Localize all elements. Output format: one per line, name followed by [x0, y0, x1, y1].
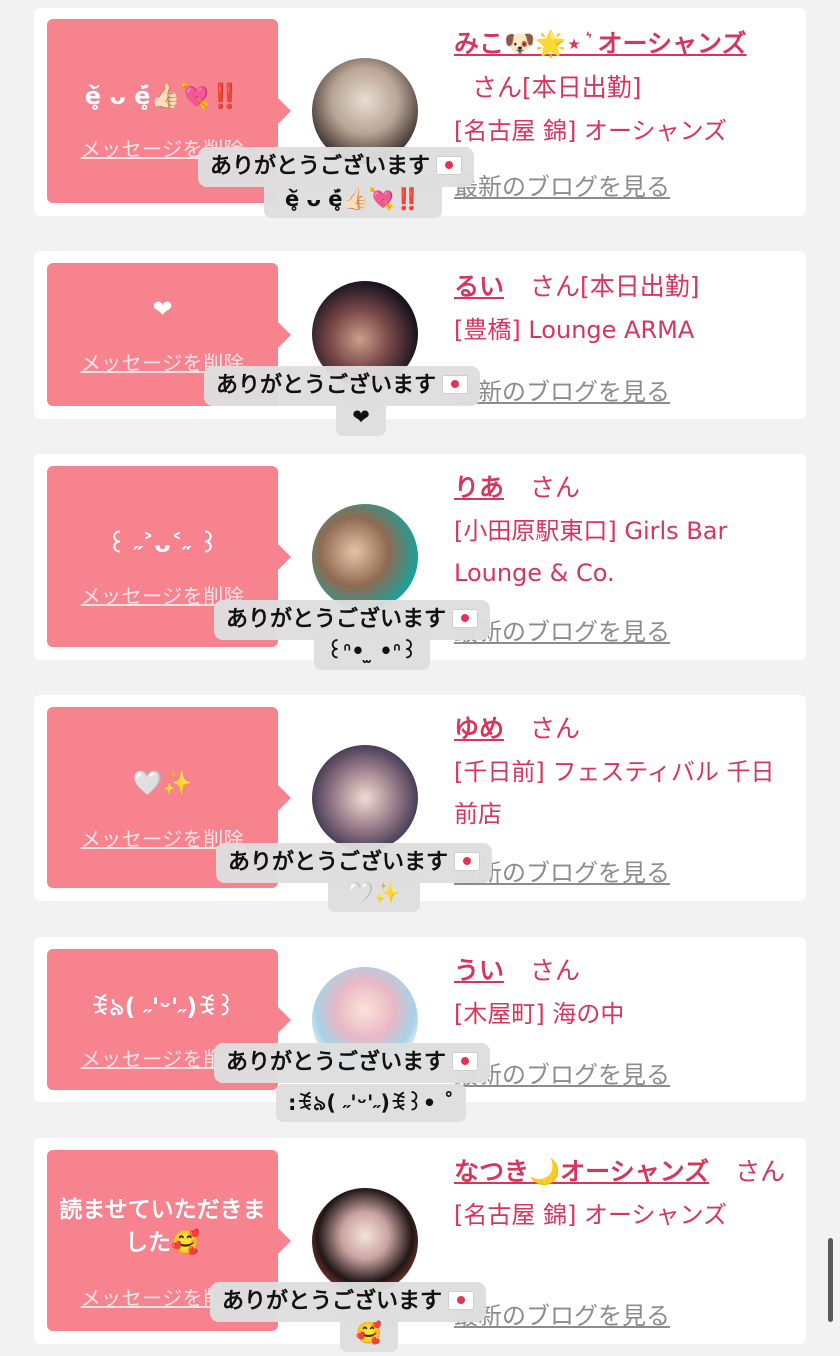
cast-info: りあ さん [小田原駅東口] Girls Bar Lounge & Co. — [454, 466, 794, 594]
envelope-heart-icon — [452, 609, 479, 628]
avatar-photo-icon[interactable] — [312, 1188, 418, 1294]
message-text: 読ませていただきました🥰 — [59, 1197, 266, 1256]
thanks-text: ありがとうございます — [226, 1050, 447, 1075]
blog-link[interactable]: 最新のブログを見る — [454, 167, 670, 202]
cast-name-link[interactable]: みこ🐶🌟⋆ ͛ オーシャンズ — [454, 29, 747, 58]
cast-name-link[interactable]: なつき🌙オーシャンズ — [454, 1157, 709, 1186]
shop-name: [木屋町] 海の中 — [454, 1000, 625, 1028]
thanks-reaction: :ꉂ৯( ˶'ᵕ'˶)ꉂ꒱• ˚ — [276, 1084, 466, 1122]
avatar-photo-icon[interactable] — [312, 504, 418, 610]
avatar-photo-icon[interactable] — [312, 745, 418, 851]
cast-name-link[interactable]: ゆめ — [454, 714, 504, 743]
thanks-popup: ありがとうございます — [214, 1043, 491, 1083]
status-badge: [本日出勤] — [522, 73, 642, 102]
thanks-text: ありがとうございます — [228, 850, 449, 875]
envelope-heart-icon — [454, 852, 481, 871]
message-text: ꒰ ˶˃ᴗ˂˶ ꒱ — [107, 530, 218, 558]
cast-name-line: るい さん[本日出勤] — [454, 265, 794, 309]
cast-name-line: なつき🌙オーシャンズ さん — [454, 1150, 794, 1194]
cast-name-line: うい さん — [454, 949, 794, 993]
envelope-heart-icon — [436, 156, 463, 175]
cast-info: なつき🌙オーシャンズ さん [名古屋 錦] オーシャンズ — [454, 1150, 794, 1236]
message-text: ꉂ৯( ˶'ᵕ'˶)ꉂ꒱ — [90, 993, 235, 1021]
shop-name: [名古屋 錦] オーシャンズ — [454, 117, 728, 145]
status-badge: [本日出勤] — [579, 272, 700, 301]
san-label: さん — [529, 956, 580, 985]
san-label: さん — [529, 714, 580, 743]
envelope-heart-icon — [442, 375, 469, 394]
scrollbar[interactable] — [828, 1238, 833, 1322]
cast-name-line: みこ🐶🌟⋆ ͛ オーシャンズ さん[本日出勤] — [454, 22, 794, 110]
cast-name-line: りあ さん — [454, 466, 794, 510]
san-label: さん — [735, 1157, 786, 1186]
thanks-reaction: 🥰 — [340, 1314, 398, 1352]
envelope-heart-icon — [452, 1052, 479, 1071]
thanks-reaction: 🤍✨ — [328, 874, 420, 912]
blog-link[interactable]: 最新のブログを見る — [454, 372, 670, 407]
message-text: è̥̆ ᴗ é̥̆👍🏻💘‼️ — [84, 82, 241, 110]
blog-link[interactable]: 最新のブログを見る — [454, 1296, 670, 1331]
shop-name: [小田原駅東口] Girls Bar Lounge & Co. — [454, 517, 728, 587]
thanks-text: ありがとうございます — [222, 1289, 443, 1314]
cast-info: うい さん [木屋町] 海の中 — [454, 949, 794, 1035]
thanks-text: ありがとうございます — [210, 154, 431, 179]
thanks-text: ありがとうございます — [226, 607, 447, 632]
cast-name-line: ゆめ さん — [454, 707, 794, 751]
san-label: さん — [529, 272, 580, 301]
cast-info: るい さん[本日出勤] [豊橋] Lounge ARMA — [454, 265, 794, 351]
cast-info: みこ🐶🌟⋆ ͛ オーシャンズ さん[本日出勤] [名古屋 錦] オーシャンズ — [454, 22, 794, 152]
cast-info: ゆめ さん [千日前] フェスティバル 千日前店 — [454, 707, 794, 835]
thanks-text: ありがとうございます — [216, 373, 437, 398]
envelope-heart-icon — [448, 1291, 475, 1310]
message-text: 🤍✨ — [132, 769, 193, 797]
thanks-reaction: ꒰ᐢ• ̫ •ᐢ꒱ — [314, 632, 430, 670]
thanks-reaction: ❤ — [336, 398, 386, 436]
cast-name-link[interactable]: るい — [454, 272, 504, 301]
san-label: さん — [472, 73, 523, 102]
thanks-reaction: è̥̆ ᴗ é̥̆👍🏻💘‼️ — [264, 180, 442, 218]
san-label: さん — [529, 473, 580, 502]
message-text: ❤ — [152, 295, 173, 323]
shop-name: [名古屋 錦] オーシャンズ — [454, 1201, 728, 1229]
shop-name: [千日前] フェスティバル 千日前店 — [454, 758, 775, 828]
cast-name-link[interactable]: りあ — [454, 473, 504, 502]
cast-name-link[interactable]: うい — [454, 956, 504, 985]
shop-name: [豊橋] Lounge ARMA — [454, 316, 695, 344]
